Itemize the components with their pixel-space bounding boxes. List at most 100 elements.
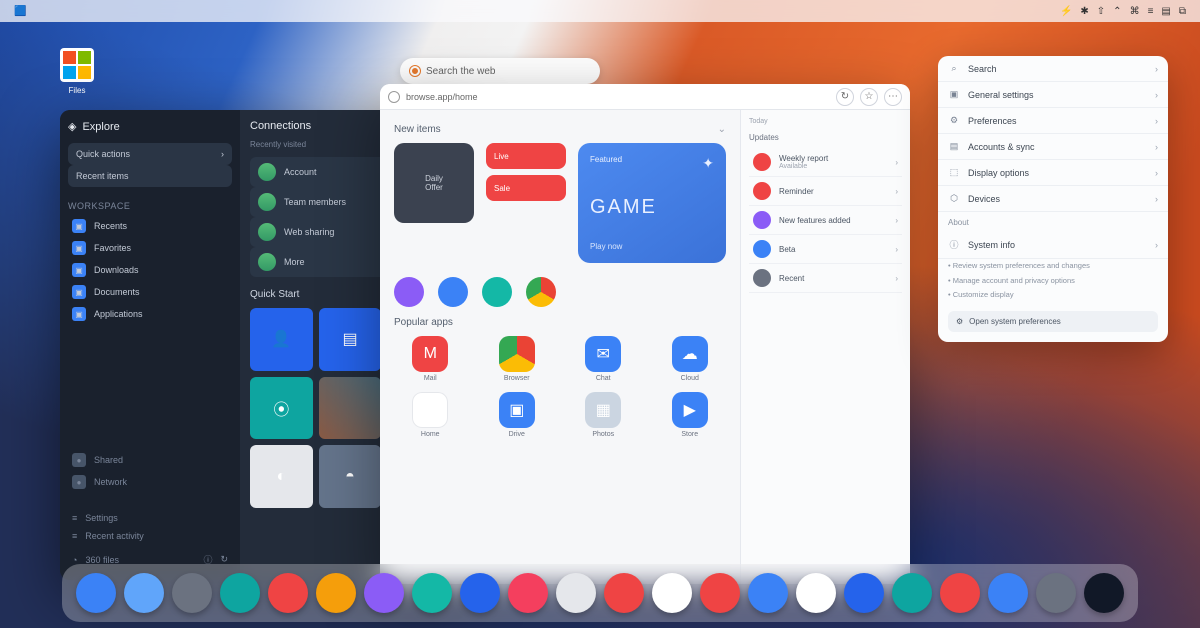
app-launcher-item[interactable]: ▦Photos	[567, 392, 640, 438]
update-item[interactable]: New features added›	[749, 206, 902, 235]
promo-button[interactable]: Sale	[486, 175, 566, 201]
sidebar-section-label: WORKSPACE	[68, 201, 232, 211]
dock-app-icon[interactable]	[652, 573, 692, 613]
promo-card[interactable]: Daily Offer	[394, 143, 474, 223]
sidebar-item-label: Documents	[94, 287, 140, 297]
dock-app-icon[interactable]	[892, 573, 932, 613]
status-icon[interactable]: ▤	[1161, 6, 1170, 17]
update-icon	[753, 240, 771, 258]
status-icon[interactable]: ≡	[1148, 6, 1154, 17]
tile[interactable]: 👤	[250, 308, 313, 371]
chevron-down-icon[interactable]: ⌄	[718, 124, 726, 135]
category-icon[interactable]	[394, 277, 424, 307]
dock-app-icon[interactable]	[1036, 573, 1076, 613]
status-icon[interactable]: ⌘	[1130, 6, 1140, 17]
sidebar-item[interactable]: ≡Settings	[68, 509, 232, 527]
settings-row-icon: ▤	[948, 141, 960, 152]
settings-row[interactable]: ⌕Search›	[938, 56, 1168, 82]
settings-row-label: Devices	[968, 194, 1000, 204]
update-item[interactable]: Weekly reportAvailable›	[749, 148, 902, 177]
dock-app-icon[interactable]	[316, 573, 356, 613]
tile[interactable]: ▤	[319, 308, 382, 371]
status-icon[interactable]: ⧉	[1179, 6, 1186, 17]
app-launcher-item[interactable]: ☁Cloud	[654, 336, 727, 382]
desktop-shortcut[interactable]: Files	[56, 48, 98, 95]
web-search-field[interactable]: Search the web	[400, 58, 600, 84]
settings-row[interactable]: ▤Accounts & sync›	[938, 134, 1168, 160]
status-icon[interactable]: ⇧	[1097, 6, 1105, 17]
dock-app-icon[interactable]	[988, 573, 1028, 613]
settings-row[interactable]: ⬡Devices›	[938, 186, 1168, 212]
sidebar-pill[interactable]: Quick actions›	[68, 143, 232, 165]
refresh-icon[interactable]: ↻	[836, 88, 854, 106]
dock-app-icon[interactable]	[1084, 573, 1124, 613]
dock-app-icon[interactable]	[844, 573, 884, 613]
sidebar-item[interactable]: ▣Recents	[68, 215, 232, 237]
bookmark-icon[interactable]: ☆	[860, 88, 878, 106]
app-launcher-item[interactable]: ⌂Home	[394, 392, 467, 438]
update-item[interactable]: Recent›	[749, 264, 902, 293]
dock-app-icon[interactable]	[556, 573, 596, 613]
update-item[interactable]: Beta›	[749, 235, 902, 264]
dock-app-icon[interactable]	[268, 573, 308, 613]
tile[interactable]: ◐	[250, 445, 313, 508]
sidebar-item[interactable]: ▣Downloads	[68, 259, 232, 281]
settings-row[interactable]: ⚙Preferences›	[938, 108, 1168, 134]
app-launcher-item[interactable]: ▶Store	[654, 392, 727, 438]
tile[interactable]: ◓	[319, 445, 382, 508]
status-text: 360 files	[85, 555, 119, 565]
status-icon[interactable]: ⌃	[1113, 6, 1121, 17]
avatar-icon	[258, 223, 276, 241]
dock-app-icon[interactable]	[748, 573, 788, 613]
dock-app-icon[interactable]	[700, 573, 740, 613]
update-item[interactable]: Reminder›	[749, 177, 902, 206]
status-icon[interactable]: ✱	[1080, 6, 1088, 17]
app-launcher-item[interactable]: Browser	[481, 336, 554, 382]
category-icon[interactable]	[482, 277, 512, 307]
settings-row-label: Display options	[968, 168, 1029, 178]
sidebar-item[interactable]: ▣Documents	[68, 281, 232, 303]
app-label: Drive	[509, 431, 525, 438]
dock-app-icon[interactable]	[76, 573, 116, 613]
dock-app-icon[interactable]	[364, 573, 404, 613]
dock-app-icon[interactable]	[220, 573, 260, 613]
sidebar-item[interactable]: ▣Applications	[68, 303, 232, 325]
app-launcher-item[interactable]: ✉Chat	[567, 336, 640, 382]
settings-row[interactable]: ⓘ System info ›	[938, 231, 1168, 259]
status-icon[interactable]: ⚡	[1060, 6, 1072, 17]
settings-note: • Review system preferences and changes	[938, 259, 1168, 274]
address-bar[interactable]: browse.app/home ↻ ☆ ⋯	[380, 84, 910, 110]
settings-row[interactable]: ⬚Display options›	[938, 160, 1168, 186]
update-title: New features added	[779, 216, 851, 225]
settings-row[interactable]: ▣General settings›	[938, 82, 1168, 108]
app-label: Mail	[424, 375, 437, 382]
category-icon[interactable]	[438, 277, 468, 307]
open-preferences-button[interactable]: ⚙ Open system preferences	[948, 311, 1158, 332]
sidebar-item[interactable]: ≡Recent activity	[68, 527, 232, 545]
dock-app-icon[interactable]	[940, 573, 980, 613]
chevron-right-icon: ›	[1155, 240, 1158, 250]
settings-panel: ⌕Search›▣General settings›⚙Preferences›▤…	[938, 56, 1168, 342]
settings-row-label: Preferences	[968, 116, 1017, 126]
app-label: Browser	[504, 375, 530, 382]
promo-button[interactable]: Live	[486, 143, 566, 169]
sidebar-item[interactable]: ▣Favorites	[68, 237, 232, 259]
app-launcher-item[interactable]: ▣Drive	[481, 392, 554, 438]
app-launcher-item[interactable]: MMail	[394, 336, 467, 382]
sidebar-item[interactable]: ●Network	[68, 471, 232, 493]
featured-game-card[interactable]: Featured✦ GAME Play now	[578, 143, 726, 263]
sidebar-pill[interactable]: Recent items	[68, 165, 232, 187]
category-icon[interactable]	[526, 277, 556, 307]
dock-app-icon[interactable]	[412, 573, 452, 613]
dock-app-icon[interactable]	[796, 573, 836, 613]
tile[interactable]	[319, 377, 382, 440]
dock-app-icon[interactable]	[172, 573, 212, 613]
dock-app-icon[interactable]	[460, 573, 500, 613]
tile[interactable]: ⦿	[250, 377, 313, 440]
menu-icon[interactable]: ⋯	[884, 88, 902, 106]
dock-app-icon[interactable]	[124, 573, 164, 613]
sidebar-item[interactable]: ●Shared	[68, 449, 232, 471]
dock-app-icon[interactable]	[604, 573, 644, 613]
dock-app-icon[interactable]	[508, 573, 548, 613]
apple-menu-icon[interactable]: 🟦	[14, 6, 26, 17]
